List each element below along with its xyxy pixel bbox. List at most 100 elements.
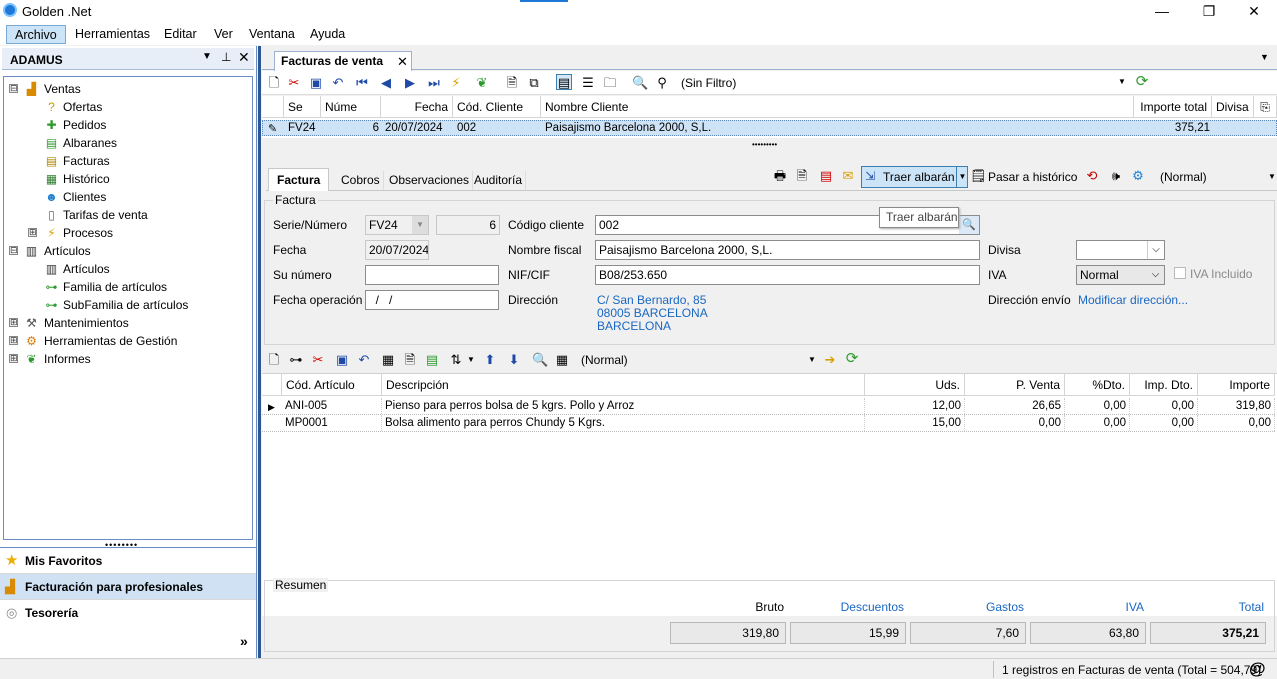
- tab-factura[interactable]: Factura: [268, 168, 330, 191]
- iva-select[interactable]: Normal ⌵: [1076, 265, 1165, 285]
- menu-editar[interactable]: Editar: [156, 25, 205, 44]
- expand-icon[interactable]: ⊞: [9, 318, 18, 327]
- column-header[interactable]: Fecha: [381, 96, 453, 118]
- at-icon[interactable]: @: [1249, 659, 1266, 679]
- iva-incluido-checkbox[interactable]: [1174, 267, 1186, 279]
- filter-icon[interactable]: ⚲: [654, 75, 670, 91]
- excel-icon[interactable]: ▤: [424, 352, 440, 368]
- tesoreria-item[interactable]: ◎ Tesorería: [0, 600, 256, 626]
- last-record-icon[interactable]: ⏭: [426, 75, 442, 91]
- favorites-item[interactable]: ★ Mis Favoritos: [0, 548, 256, 574]
- save-icon[interactable]: ▣: [308, 75, 324, 91]
- serie-select[interactable]: FV24 ▼: [365, 215, 429, 235]
- close-window-button[interactable]: ✕: [1231, 0, 1277, 22]
- move-up-icon[interactable]: ⬆: [482, 352, 498, 368]
- sync-icon[interactable]: ⟲: [1084, 168, 1100, 184]
- numero-field[interactable]: 6: [436, 215, 500, 235]
- column-header[interactable]: Uds.: [865, 374, 965, 396]
- pasar-historico-button[interactable]: Pasar a histórico: [988, 170, 1077, 184]
- lookup-icon[interactable]: 🔍: [959, 216, 979, 234]
- search-icon[interactable]: 🔍: [532, 352, 548, 368]
- pdf-icon[interactable]: ▤: [818, 168, 834, 184]
- folder-icon[interactable]: 🗀: [602, 75, 618, 91]
- menu-ver[interactable]: Ver: [206, 25, 241, 44]
- tree-item[interactable]: ⊞ ⚡ Procesos: [4, 224, 252, 242]
- pin-icon[interactable]: ⊥: [221, 50, 231, 64]
- column-header[interactable]: Importe: [1198, 374, 1275, 396]
- menu-herramientas[interactable]: Herramientas: [67, 25, 158, 44]
- tree-item[interactable]: ▦ Histórico: [4, 170, 252, 188]
- fecha-field[interactable]: 20/07/2024: [365, 240, 429, 260]
- tree-item[interactable]: ▤ Albaranes: [4, 134, 252, 152]
- filter-value[interactable]: (Sin Filtro): [681, 76, 736, 90]
- tree-item[interactable]: ⊟ ▥ Artículos: [4, 242, 252, 260]
- table-row[interactable]: ✎ FV24 6 20/07/2024 002 Paisajismo Barcelona …: [262, 120, 1277, 136]
- column-header[interactable]: P. Venta: [965, 374, 1065, 396]
- sort-icon[interactable]: ⇅: [448, 352, 464, 368]
- traer-dropdown-icon[interactable]: ▼: [956, 167, 968, 187]
- menu-archivo[interactable]: Archivo: [6, 25, 66, 44]
- insert-line-icon[interactable]: ⊶: [288, 352, 304, 368]
- maximize-button[interactable]: ❐: [1186, 0, 1232, 22]
- save-icon[interactable]: ▣: [334, 352, 350, 368]
- column-header[interactable]: Nombre Cliente: [541, 96, 1134, 118]
- collapse-icon[interactable]: ⊟: [9, 84, 18, 93]
- tree-item[interactable]: ⊞ ⚙ Herramientas de Gestión: [4, 332, 252, 350]
- undo-icon[interactable]: ↶: [330, 75, 346, 91]
- tab-menu-icon[interactable]: ▼: [1260, 52, 1269, 62]
- leaf-icon[interactable]: ❦: [474, 75, 490, 91]
- table-row[interactable]: MP0001 Bolsa alimento para perros Chundy …: [262, 415, 1275, 432]
- calculator-icon[interactable]: ▦: [380, 352, 396, 368]
- column-header[interactable]: Divisa: [1212, 96, 1254, 118]
- su-numero-field[interactable]: [365, 265, 499, 285]
- dropdown-icon[interactable]: ▼: [202, 51, 212, 62]
- copy-icon[interactable]: ⧉: [526, 75, 542, 91]
- menu-ayuda[interactable]: Ayuda: [302, 25, 353, 44]
- attachment-icon[interactable]: ⎘: [1254, 96, 1277, 118]
- divisa-select[interactable]: ⌵: [1076, 240, 1165, 260]
- tab-cobros[interactable]: Cobros: [338, 171, 384, 190]
- column-header[interactable]: Descripción: [382, 374, 865, 396]
- direccion-line3[interactable]: BARCELONA: [597, 319, 671, 333]
- undo-icon[interactable]: ↶: [356, 352, 372, 368]
- column-header[interactable]: Importe total: [1134, 96, 1212, 118]
- tree-item[interactable]: ⊶ SubFamilia de artículos: [4, 296, 252, 314]
- first-record-icon[interactable]: ⏮: [354, 75, 370, 91]
- direccion-line2[interactable]: 08005 BARCELONA: [597, 306, 708, 320]
- search-icon[interactable]: 🔍: [632, 75, 648, 91]
- modificar-direccion-link[interactable]: Modificar dirección...: [1078, 293, 1188, 307]
- expand-icon[interactable]: ⊞: [28, 228, 37, 237]
- tree-item[interactable]: ☻ Clientes: [4, 188, 252, 206]
- refresh-icon[interactable]: ⟳: [844, 351, 860, 367]
- new-icon[interactable]: 🗋: [266, 75, 282, 91]
- column-header[interactable]: Núme: [321, 96, 381, 118]
- splitter-grip[interactable]: •••••••••: [752, 140, 777, 149]
- preview-icon[interactable]: 🗎: [504, 75, 520, 91]
- tab-observaciones[interactable]: Observaciones: [386, 171, 474, 190]
- grid-settings-icon[interactable]: ▦: [554, 352, 570, 368]
- column-header[interactable]: Cód. Artículo: [282, 374, 382, 396]
- direccion-line1[interactable]: C/ San Bernardo, 85: [597, 293, 706, 307]
- tree-item[interactable]: ⊞ ❦ Informes: [4, 350, 252, 368]
- tree-item[interactable]: ▯ Tarifas de venta: [4, 206, 252, 224]
- minimize-button[interactable]: —: [1139, 0, 1185, 22]
- tree-item[interactable]: ▥ Artículos: [4, 260, 252, 278]
- settings-icon[interactable]: ⚙: [1130, 168, 1146, 184]
- new-line-icon[interactable]: 🗋: [266, 352, 282, 368]
- menu-ventana[interactable]: Ventana: [241, 25, 303, 44]
- expand-icon[interactable]: ⊞: [9, 336, 18, 345]
- facturacion-item[interactable]: ▟ Facturación para profesionales: [0, 574, 256, 600]
- arrow-right-icon[interactable]: ➔: [822, 352, 838, 368]
- move-down-icon[interactable]: ⬇: [506, 352, 522, 368]
- nombre-fiscal-field[interactable]: Paisajismo Barcelona 2000, S,L.: [595, 240, 980, 260]
- history-icon[interactable]: 🗒: [970, 168, 987, 184]
- print-preview-icon[interactable]: 🗎: [794, 168, 810, 184]
- tree-item[interactable]: ⊞ ⚒ Mantenimientos: [4, 314, 252, 332]
- column-header[interactable]: Imp. Dto.: [1130, 374, 1198, 396]
- nif-field[interactable]: B08/253.650: [595, 265, 980, 285]
- sound-icon[interactable]: 🕪: [1108, 168, 1124, 184]
- column-header[interactable]: %Dto.: [1065, 374, 1130, 396]
- close-tab-icon[interactable]: ✕: [397, 52, 408, 71]
- table-row[interactable]: ▶ ANI-005 Pienso para perros bolsa de 5 kg…: [262, 398, 1275, 415]
- refresh-icon[interactable]: ⟳: [1134, 74, 1150, 90]
